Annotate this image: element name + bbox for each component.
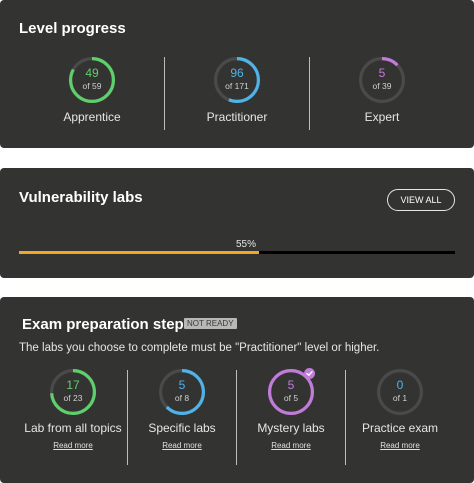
step-label: Practice exam bbox=[361, 421, 439, 435]
ring-value: 5 bbox=[287, 378, 295, 392]
progress-ring: 96 of 171 bbox=[214, 57, 260, 103]
ring-total: of 1 bbox=[392, 393, 408, 403]
progress-ring: 49 of 59 bbox=[69, 57, 115, 103]
ring-total: of 8 bbox=[174, 393, 190, 403]
ring-total: of 5 bbox=[283, 393, 299, 403]
ring-graphic bbox=[359, 57, 405, 103]
vulnerability-labs-title: Vulnerability labs bbox=[19, 189, 143, 206]
exam-description: The labs you choose to complete must be … bbox=[19, 342, 380, 354]
exam-step-mystery-labs: 5 of 5 Mystery labs Read more bbox=[237, 368, 345, 453]
progress-percent: 55% bbox=[235, 239, 256, 250]
exam-preparation-card: Exam preparation steps NOT READY The lab… bbox=[0, 297, 474, 483]
step-label: Lab from all topics bbox=[24, 421, 122, 435]
ring-value: 5 bbox=[178, 378, 186, 392]
ring-graphic bbox=[159, 369, 205, 415]
ring-value: 96 bbox=[230, 66, 244, 80]
vulnerability-labs-card: Vulnerability labs VIEW ALL 55% bbox=[0, 168, 474, 278]
level-practitioner: 96 of 171 Practitioner bbox=[197, 57, 277, 127]
step-label: Specific labs bbox=[148, 421, 216, 435]
progress-ring: 5 of 5 bbox=[268, 368, 315, 415]
status-badge: NOT READY bbox=[184, 318, 237, 329]
ring-total: of 171 bbox=[225, 81, 249, 91]
exam-preparation-title: Exam preparation steps bbox=[22, 316, 193, 333]
level-expert: 5 of 39 Expert bbox=[342, 57, 422, 127]
progress-ring: 17 of 23 bbox=[50, 369, 96, 415]
ring-total: of 39 bbox=[372, 81, 392, 91]
ring-graphic bbox=[377, 369, 423, 415]
ring-graphic bbox=[214, 57, 260, 103]
read-more-link[interactable]: Read more bbox=[18, 441, 128, 450]
divider bbox=[309, 57, 310, 130]
divider bbox=[164, 57, 165, 130]
level-progress-title: Level progress bbox=[19, 20, 126, 37]
step-label: Mystery labs bbox=[257, 421, 325, 435]
progress-ring: 0 of 1 bbox=[377, 369, 423, 415]
ring-value: 5 bbox=[378, 66, 386, 80]
progress-bar-fill bbox=[19, 251, 259, 254]
progress-ring: 5 of 39 bbox=[359, 57, 405, 103]
read-more-link[interactable]: Read more bbox=[346, 441, 454, 450]
ring-value: 49 bbox=[85, 66, 99, 80]
level-progress-card: Level progress 49 of 59 Apprentice 96 of… bbox=[0, 0, 474, 148]
level-apprentice: 49 of 59 Apprentice bbox=[52, 57, 132, 127]
view-all-button[interactable]: VIEW ALL bbox=[387, 189, 455, 211]
ring-graphic bbox=[69, 57, 115, 103]
level-label: Apprentice bbox=[63, 110, 121, 124]
checkmark-icon bbox=[304, 368, 315, 379]
ring-total: of 23 bbox=[63, 393, 83, 403]
ring-graphic bbox=[50, 369, 96, 415]
read-more-link[interactable]: Read more bbox=[128, 441, 236, 450]
level-label: Expert bbox=[364, 110, 400, 124]
exam-step-specific-labs: 5 of 8 Specific labs Read more bbox=[128, 369, 236, 453]
ring-value: 0 bbox=[396, 378, 404, 392]
exam-step-all-topics: 17 of 23 Lab from all topics Read more bbox=[18, 369, 128, 453]
ring-value: 17 bbox=[66, 378, 80, 392]
progress-bar bbox=[19, 251, 455, 254]
read-more-link[interactable]: Read more bbox=[237, 441, 345, 450]
ring-total: of 59 bbox=[82, 81, 102, 91]
progress-ring: 5 of 8 bbox=[159, 369, 205, 415]
level-label: Practitioner bbox=[206, 110, 268, 124]
exam-step-practice-exam: 0 of 1 Practice exam Read more bbox=[346, 369, 454, 453]
